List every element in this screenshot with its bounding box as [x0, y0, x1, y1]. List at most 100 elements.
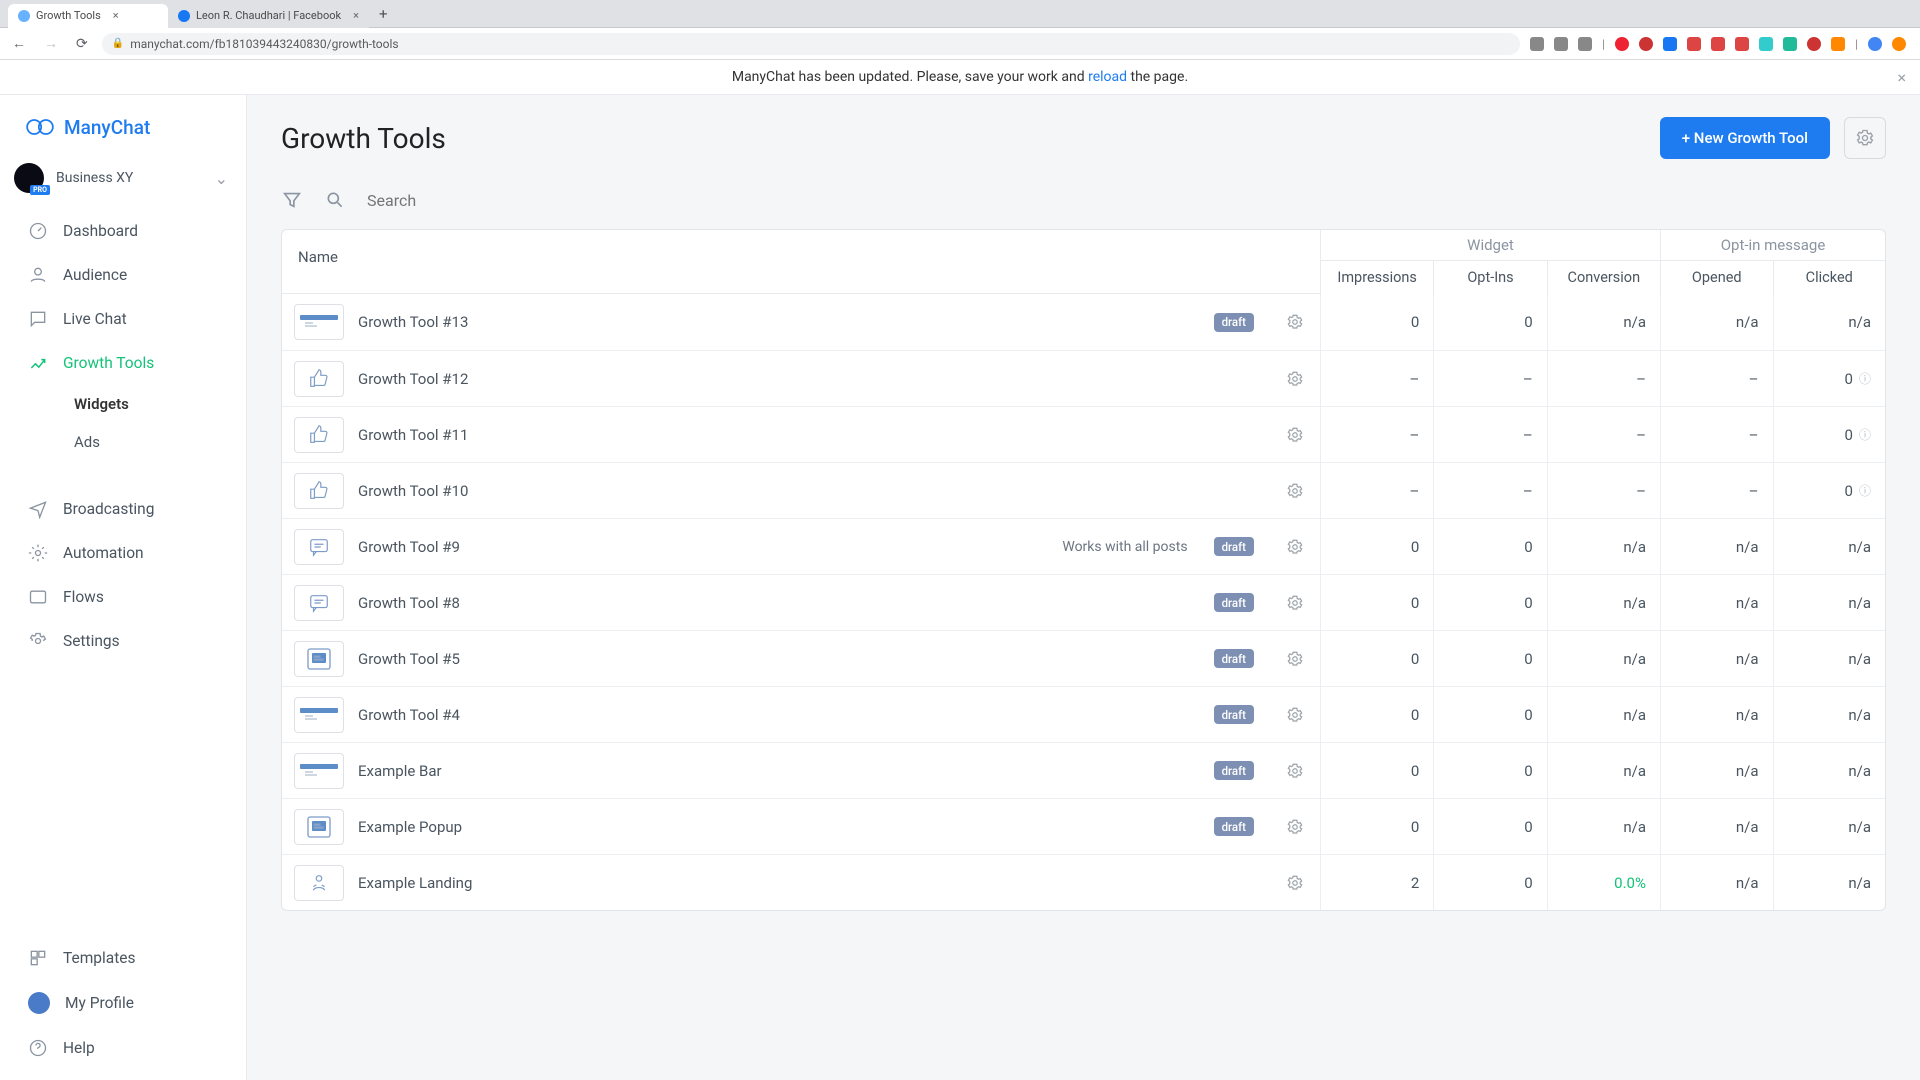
- cell-optins: 0: [1434, 743, 1547, 798]
- row-settings-button[interactable]: [1282, 758, 1308, 784]
- cell-impressions: –: [1321, 351, 1434, 406]
- table-row[interactable]: Example Popupdraft00n/an/an/a: [282, 798, 1885, 854]
- sidebar-item-help[interactable]: Help: [0, 1026, 246, 1070]
- tool-name: Growth Tool #11: [358, 426, 1268, 444]
- new-tab-button[interactable]: +: [369, 5, 398, 23]
- nav-label: Flows: [63, 588, 104, 606]
- sidebar-item-audience[interactable]: Audience: [0, 253, 246, 297]
- table-row[interactable]: Growth Tool #8draft00n/an/an/a: [282, 574, 1885, 630]
- help-icon[interactable]: ⓘ: [1859, 426, 1871, 443]
- cell-optins: 0: [1434, 575, 1547, 630]
- sidebar-item-profile[interactable]: My Profile: [0, 980, 246, 1026]
- reload-link[interactable]: reload: [1088, 69, 1127, 85]
- row-settings-button[interactable]: [1282, 309, 1308, 335]
- tool-name: Growth Tool #10: [358, 482, 1268, 500]
- row-settings-button[interactable]: [1282, 366, 1308, 392]
- reload-button[interactable]: ⟳: [72, 34, 92, 54]
- sidebar-item-flows[interactable]: Flows: [0, 575, 246, 619]
- sidebar-item-automation[interactable]: Automation: [0, 531, 246, 575]
- browser-tab-1[interactable]: Leon R. Chaudhari | Facebook ×: [168, 4, 369, 28]
- new-growth-tool-button[interactable]: + New Growth Tool: [1660, 117, 1830, 159]
- table-row[interactable]: Growth Tool #4draft00n/an/an/a: [282, 686, 1885, 742]
- nav-label: Broadcasting: [63, 500, 154, 518]
- forward-button[interactable]: →: [40, 33, 62, 54]
- close-icon[interactable]: ×: [113, 9, 119, 22]
- tool-name: Growth Tool #4: [358, 706, 1200, 724]
- table-row[interactable]: Growth Tool #5draft00n/an/an/a: [282, 630, 1885, 686]
- table-row[interactable]: Example Bardraft00n/an/an/a: [282, 742, 1885, 798]
- ext-icon[interactable]: [1639, 37, 1653, 51]
- url-field[interactable]: 🔒 manychat.com/fb181039443240830/growth-…: [102, 33, 1520, 55]
- growth-tools-table: Name Widget Impressions Opt-Ins Conversi…: [281, 229, 1886, 911]
- ext-icon[interactable]: [1735, 37, 1749, 51]
- col-name: Name: [282, 230, 1321, 294]
- sidebar-item-templates[interactable]: Templates: [0, 936, 246, 980]
- account-name: Business XY: [56, 170, 203, 186]
- nav-label: Automation: [63, 544, 144, 562]
- back-button[interactable]: ←: [8, 33, 30, 54]
- close-icon[interactable]: ×: [353, 9, 359, 22]
- table-row[interactable]: Growth Tool #12––––0ⓘ: [282, 350, 1885, 406]
- tabs-bar: Growth Tools × Leon R. Chaudhari | Faceb…: [0, 0, 1920, 28]
- cell-opened: n/a: [1661, 575, 1774, 630]
- ext-icon[interactable]: [1615, 37, 1629, 51]
- ext-icon[interactable]: [1711, 37, 1725, 51]
- cell-conversion: n/a: [1548, 294, 1661, 350]
- sidebar-item-broadcasting[interactable]: Broadcasting: [0, 487, 246, 531]
- table-row[interactable]: Growth Tool #11––––0ⓘ: [282, 406, 1885, 462]
- table-row[interactable]: Growth Tool #10––––0ⓘ: [282, 462, 1885, 518]
- ext-icon[interactable]: [1783, 37, 1797, 51]
- tool-type-icon: [294, 585, 344, 621]
- row-settings-button[interactable]: [1282, 646, 1308, 672]
- sidebar-item-settings[interactable]: Settings: [0, 619, 246, 663]
- help-icon[interactable]: ⓘ: [1859, 482, 1871, 499]
- profile-icon[interactable]: [1868, 37, 1882, 51]
- cell-optins: 0: [1434, 519, 1547, 574]
- ext-icon[interactable]: [1831, 37, 1845, 51]
- logo[interactable]: ManyChat: [0, 95, 246, 157]
- dashboard-icon: [28, 221, 48, 241]
- sidebar-item-dashboard[interactable]: Dashboard: [0, 209, 246, 253]
- sidebar-subitem-ads[interactable]: Ads: [0, 423, 246, 461]
- ext-icon[interactable]: [1807, 37, 1821, 51]
- cell-opened: n/a: [1661, 855, 1774, 910]
- cell-clicked: 0ⓘ: [1774, 407, 1886, 462]
- account-selector[interactable]: Business XY ⌄: [0, 157, 246, 209]
- status-badge: draft: [1214, 649, 1254, 668]
- ext-icon[interactable]: [1530, 37, 1544, 51]
- tool-type-icon: [294, 361, 344, 397]
- cell-conversion: n/a: [1548, 687, 1661, 742]
- ext-icon[interactable]: [1759, 37, 1773, 51]
- search-input[interactable]: [367, 191, 667, 210]
- table-row[interactable]: Example Landing200.0%n/an/a: [282, 854, 1885, 910]
- cell-impressions: 0: [1321, 575, 1434, 630]
- sidebar-item-livechat[interactable]: Live Chat: [0, 297, 246, 341]
- cell-clicked: n/a: [1774, 799, 1886, 854]
- row-settings-button[interactable]: [1282, 814, 1308, 840]
- ext-icon[interactable]: [1663, 37, 1677, 51]
- row-settings-button[interactable]: [1282, 478, 1308, 504]
- filter-button[interactable]: [281, 189, 303, 211]
- sidebar-subitem-widgets[interactable]: Widgets: [0, 385, 246, 423]
- table-row[interactable]: Growth Tool #9Works with all postsdraft0…: [282, 518, 1885, 574]
- page-settings-button[interactable]: [1844, 117, 1886, 159]
- ext-icon[interactable]: [1892, 37, 1906, 51]
- col-impressions: Impressions: [1321, 261, 1434, 294]
- row-settings-button[interactable]: [1282, 870, 1308, 896]
- row-settings-button[interactable]: [1282, 422, 1308, 448]
- help-icon[interactable]: ⓘ: [1859, 370, 1871, 387]
- ext-icon[interactable]: [1554, 37, 1568, 51]
- cell-impressions: 0: [1321, 631, 1434, 686]
- row-settings-button[interactable]: [1282, 702, 1308, 728]
- table-row[interactable]: Growth Tool #13draft00n/an/an/a: [282, 294, 1885, 350]
- cell-impressions: 0: [1321, 799, 1434, 854]
- close-icon[interactable]: ×: [1897, 68, 1906, 87]
- ext-icon[interactable]: [1687, 37, 1701, 51]
- row-settings-button[interactable]: [1282, 590, 1308, 616]
- cell-impressions: 0: [1321, 743, 1434, 798]
- ext-icon[interactable]: [1578, 37, 1592, 51]
- row-settings-button[interactable]: [1282, 534, 1308, 560]
- cell-optins: –: [1434, 463, 1547, 518]
- browser-tab-0[interactable]: Growth Tools ×: [8, 4, 168, 28]
- sidebar-item-growth-tools[interactable]: Growth Tools: [0, 341, 246, 385]
